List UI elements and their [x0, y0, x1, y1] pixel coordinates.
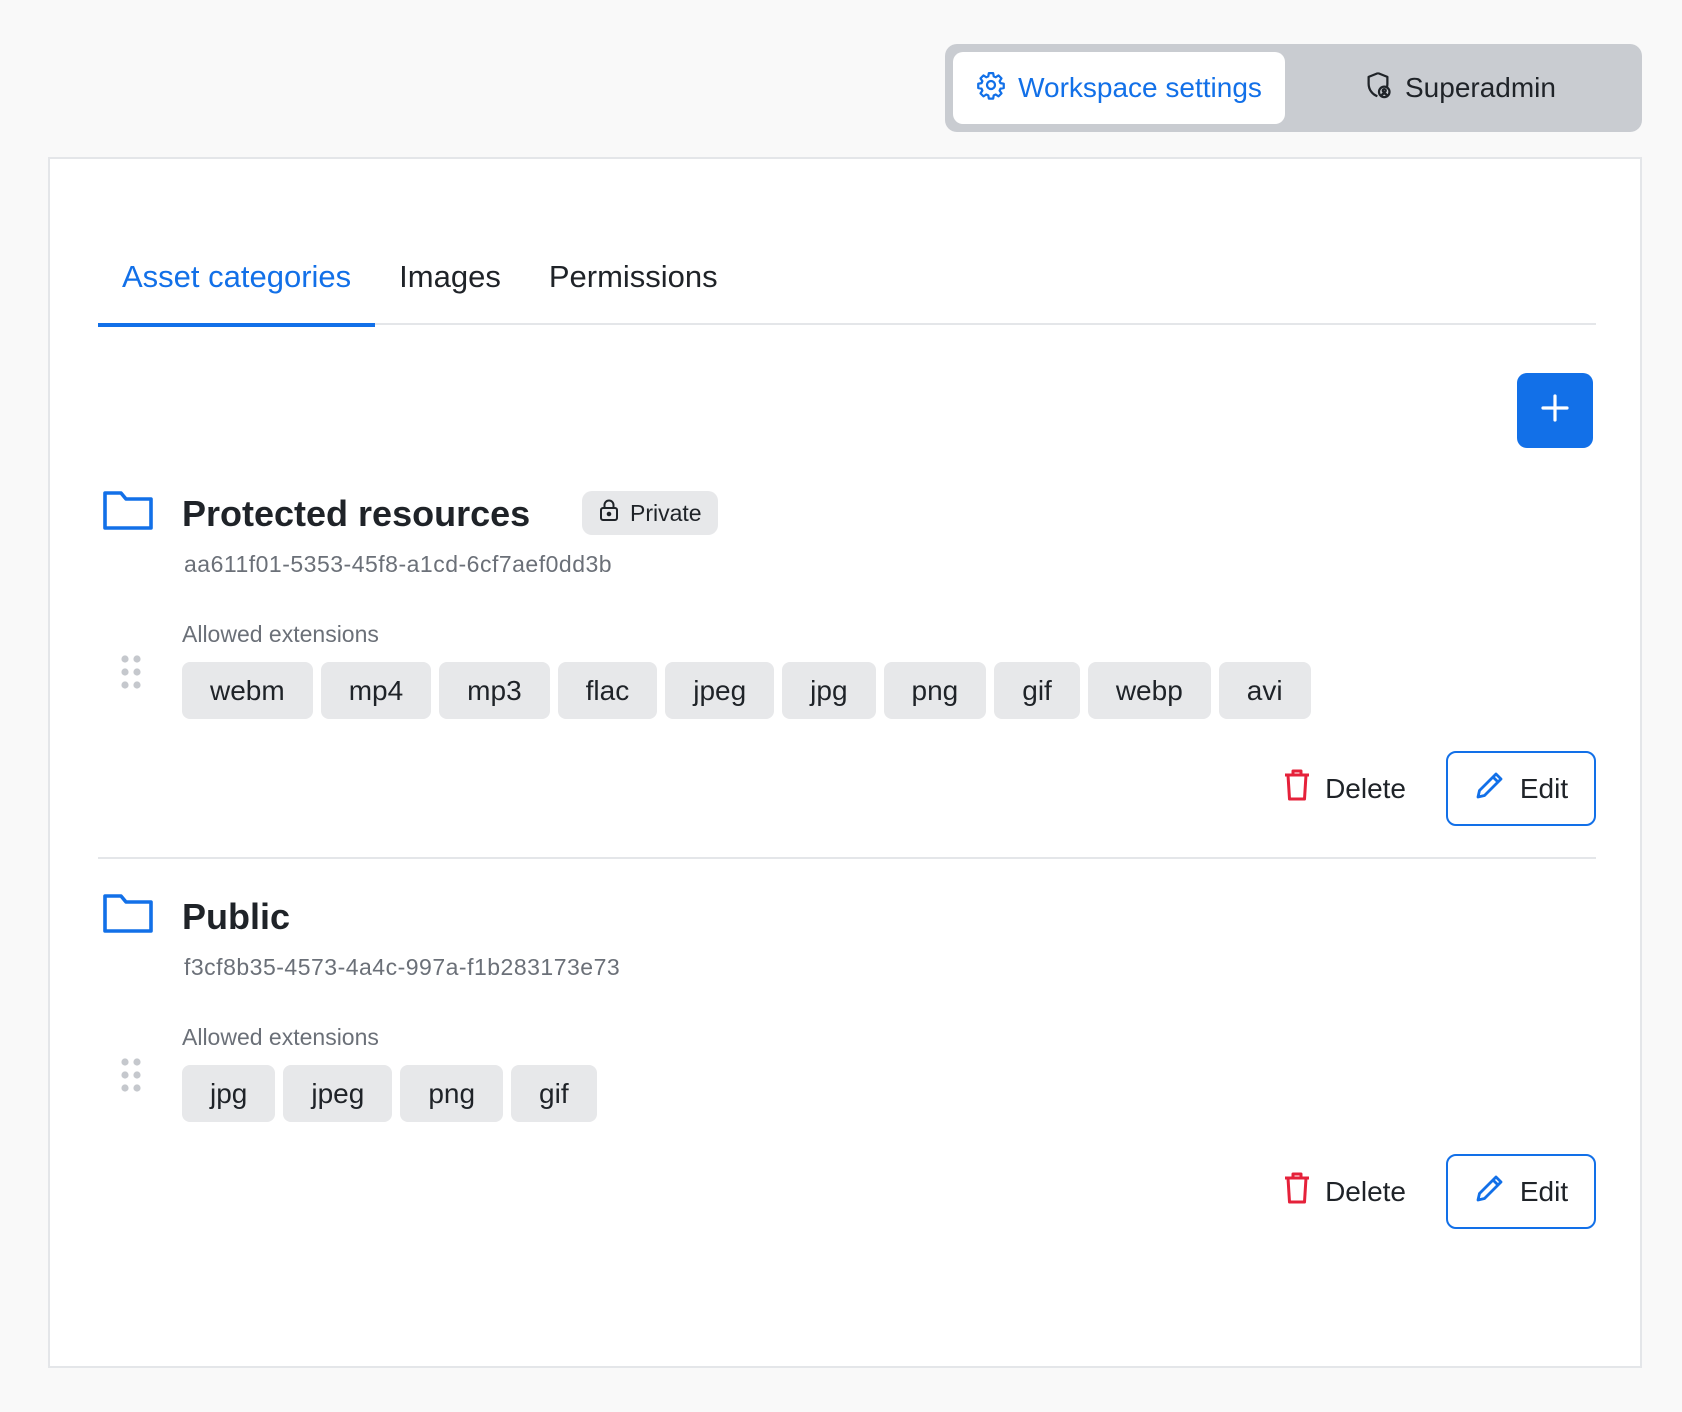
allowed-extensions-label: Allowed extensions — [182, 1024, 379, 1050]
folder-icon — [102, 487, 154, 531]
extension-chip: jpg — [782, 662, 876, 719]
extension-chip: jpg — [182, 1065, 276, 1122]
private-badge: Private — [582, 491, 718, 535]
extension-chip: gif — [511, 1065, 597, 1122]
category-id: aa611f01-5353-45f8-a1cd-6cf7aef0dd3b — [184, 551, 613, 577]
extension-chip: png — [883, 662, 987, 719]
extension-chip: gif — [994, 662, 1080, 719]
extension-chip: avi — [1218, 662, 1311, 719]
edit-label: Edit — [1519, 1175, 1569, 1207]
delete-button[interactable]: Delete — [1283, 1171, 1406, 1212]
category-title: Public — [182, 896, 291, 937]
folder-icon — [102, 890, 154, 934]
extension-chip: flac — [557, 662, 658, 719]
tab-bar: Asset categories Images Permissions — [98, 239, 1596, 327]
drag-handle-icon[interactable] — [120, 1057, 142, 1093]
delete-button[interactable]: Delete — [1283, 768, 1406, 809]
delete-label: Delete — [1325, 772, 1406, 804]
drag-handle-icon[interactable] — [120, 654, 142, 690]
edit-label: Edit — [1519, 772, 1569, 804]
settings-panel: Asset categories Images Permissions Prot… — [48, 157, 1642, 1368]
extension-chip: webp — [1087, 662, 1211, 719]
category-item: Protected resources Private aa611f01-535… — [98, 469, 1596, 859]
tab-images[interactable]: Images — [375, 239, 525, 325]
extension-chip: jpeg — [665, 662, 775, 719]
plus-icon — [1539, 392, 1571, 429]
extensions-list: jpg jpeg png gif — [182, 1065, 597, 1122]
category-id: f3cf8b35-4573-4a4c-997a-f1b283173e73 — [184, 954, 621, 980]
lock-icon — [598, 498, 620, 528]
extension-chip: mp4 — [320, 662, 432, 719]
category-actions: Delete Edit — [1283, 1154, 1596, 1229]
allowed-extensions-label: Allowed extensions — [182, 621, 379, 647]
extension-chip: jpeg — [283, 1065, 393, 1122]
delete-label: Delete — [1325, 1175, 1406, 1207]
add-category-button[interactable] — [1517, 373, 1593, 448]
shield-user-icon — [1363, 70, 1393, 107]
extension-chip: webm — [182, 662, 313, 719]
trash-icon — [1283, 768, 1311, 809]
pencil-icon — [1474, 769, 1506, 808]
tab-asset-categories[interactable]: Asset categories — [98, 239, 376, 327]
extension-chip: png — [400, 1065, 504, 1122]
trash-icon — [1283, 1171, 1311, 1212]
workspace-settings-label: Workspace settings — [1018, 72, 1262, 103]
category-item: Public f3cf8b35-4573-4a4c-997a-f1b283173… — [98, 872, 1596, 1262]
tab-permissions[interactable]: Permissions — [525, 239, 742, 325]
superadmin-label: Superadmin — [1405, 72, 1556, 103]
category-actions: Delete Edit — [1283, 751, 1596, 826]
category-title: Protected resources — [182, 493, 531, 534]
superadmin-button[interactable]: Superadmin — [1285, 52, 1634, 124]
edit-button[interactable]: Edit — [1446, 1154, 1596, 1229]
pencil-icon — [1474, 1172, 1506, 1211]
context-switcher: Workspace settings Superadmin — [945, 44, 1642, 132]
badge-label: Private — [630, 499, 702, 526]
edit-button[interactable]: Edit — [1446, 751, 1596, 826]
extension-chip: mp3 — [439, 662, 550, 719]
gear-icon — [976, 70, 1006, 107]
extensions-list: webm mp4 mp3 flac jpeg jpg png gif webp … — [182, 662, 1311, 719]
workspace-settings-button[interactable]: Workspace settings — [953, 52, 1285, 124]
